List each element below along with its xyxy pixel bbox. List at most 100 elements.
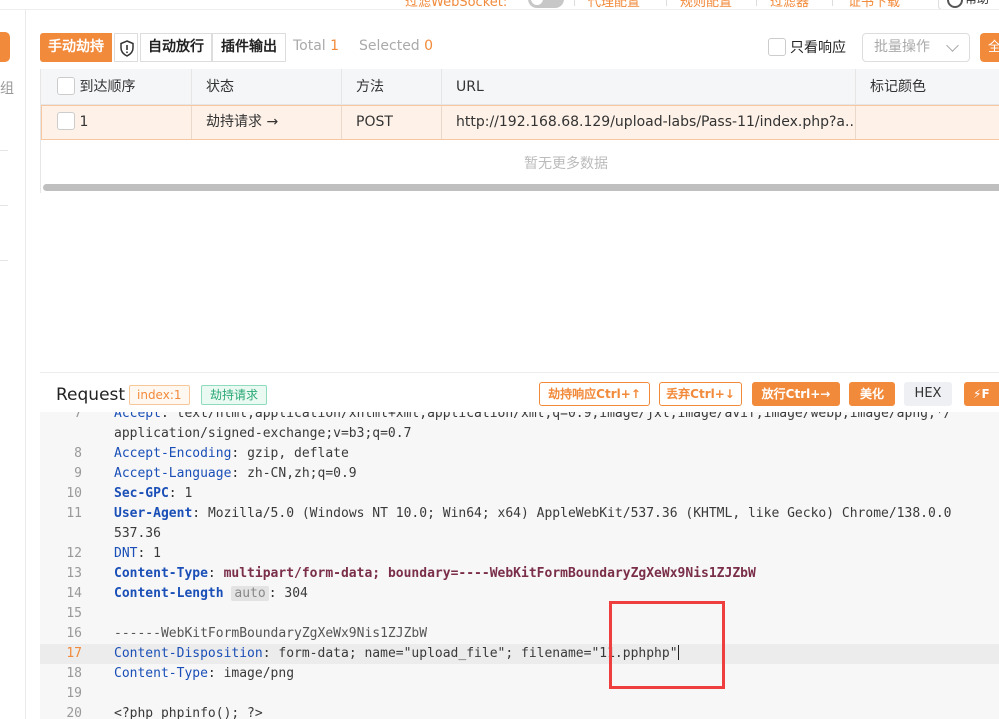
column-method[interactable]: 方法 — [342, 69, 442, 105]
code-text: Content-Type: image/png — [114, 666, 295, 681]
line-number: 12 — [66, 546, 82, 561]
chevron-down-icon — [946, 39, 959, 52]
cell-order: 1 — [42, 106, 192, 139]
line-number: 18 — [66, 666, 82, 681]
header-key: Content-Type — [114, 566, 208, 581]
column-order-label: 到达顺序 — [79, 79, 136, 95]
code-text: User-Agent: Mozilla/5.0 (Windows NT 10.0… — [114, 506, 952, 521]
code-line: application/signed-exchange;v=b3;q=0.7 — [40, 424, 999, 444]
line-number: 13 — [66, 566, 82, 581]
header-value: 304 — [284, 586, 308, 601]
code-text: DNT: 1 — [114, 546, 161, 561]
code-line: 10 Sec-GPC: 1 — [40, 484, 999, 504]
divider — [832, 0, 833, 6]
line-number: 16 — [66, 626, 82, 641]
code-line-active: 17 Content-Disposition: form-data; name="… — [40, 644, 999, 664]
header-key: Content-Type — [114, 666, 208, 681]
table-row[interactable]: 1 劫持请求 → POST http://192.168.68.129/uplo… — [41, 105, 999, 140]
divider — [574, 0, 575, 6]
php-payload-line: <?php phpinfo(); ?> — [114, 706, 263, 719]
total-value: 1 — [330, 38, 340, 54]
header-key: User-Agent — [114, 506, 193, 521]
cell-color — [856, 106, 999, 139]
filter-websocket-label: 过滤WebSocket: — [405, 0, 508, 10]
auto-release-button[interactable]: 自动放行 — [140, 33, 212, 62]
top-toolbar: 过滤WebSocket: 代理配置 规则配置 过滤器 证书下载 帮助 — [0, 0, 999, 10]
shield-icon[interactable] — [114, 33, 138, 62]
checkbox[interactable] — [768, 38, 786, 56]
code-line: 13 Content-Type: multipart/form-data; bou… — [40, 564, 999, 584]
select-all-checkbox[interactable] — [57, 77, 75, 95]
line-number: 17 — [66, 646, 82, 661]
selected-label: Selected — [359, 38, 420, 54]
cell-url: http://192.168.68.129/upload-labs/Pass-1… — [442, 106, 856, 139]
fuzz-button[interactable]: ⚡F — [964, 382, 999, 406]
request-editor[interactable]: 7 Accept: text/html,application/xhtml+xml… — [40, 412, 999, 719]
line-number: 7 — [74, 412, 82, 421]
header-key: Content-Disposition — [114, 646, 263, 661]
column-order[interactable]: 到达顺序 — [41, 69, 192, 105]
release-button[interactable]: 放行Ctrl+→ — [752, 382, 840, 406]
cell-status: 劫持请求 → — [192, 106, 342, 139]
code-continuation: application/signed-exchange;v=b3;q=0.7 — [114, 426, 412, 441]
code-line: 14 Content-Length auto: 304 — [40, 584, 999, 604]
code-text: Content-Length auto: 304 — [114, 586, 308, 601]
request-table: 到达顺序 状态 方法 URL 标记颜色 1 劫持请求 → POST http:/… — [40, 69, 999, 193]
sidebar-group-label: 组 — [0, 81, 14, 97]
header-value: text/html,application/xhtml+xml,applicat… — [176, 412, 952, 421]
code-text: Accept-Encoding: gzip, deflate — [114, 446, 349, 461]
header-value: 1 — [153, 546, 161, 561]
hex-button[interactable]: HEX — [904, 382, 952, 406]
column-url[interactable]: URL — [442, 69, 856, 105]
beautify-button[interactable]: 美化 — [849, 382, 895, 406]
code-text: Accept-Language: zh-CN,zh;q=0.9 — [114, 466, 357, 481]
code-continuation: 537.36 — [114, 526, 161, 541]
code-line: 18 Content-Type: image/png — [40, 664, 999, 684]
line-number: 19 — [66, 686, 82, 701]
line-number: 20 — [66, 706, 82, 719]
line-number: 11 — [66, 506, 82, 521]
cell-method: POST — [342, 106, 442, 139]
code-text: Content-Type: multipart/form-data; bound… — [114, 566, 756, 581]
manual-hijack-button[interactable]: 手动劫持 — [40, 33, 112, 62]
proxy-config-link[interactable]: 代理配置 — [588, 0, 640, 9]
code-line: 16 ------WebKitFormBoundaryZgXeWx9Nis1ZJZ… — [40, 624, 999, 644]
line-number: 14 — [66, 586, 82, 601]
help-button[interactable]: 帮助 — [938, 0, 999, 9]
header-key: DNT — [114, 546, 138, 561]
code-line: 8 Accept-Encoding: gzip, deflate — [40, 444, 999, 464]
line-number: 15 — [66, 606, 82, 621]
rule-config-link[interactable]: 规则配置 — [680, 0, 732, 9]
code-text: Accept: text/html,application/xhtml+xml,… — [114, 412, 951, 424]
column-color[interactable]: 标记颜色 — [856, 69, 999, 105]
horizontal-scrollbar[interactable] — [43, 184, 999, 191]
panel-divider[interactable] — [40, 372, 999, 373]
only-response-checkbox[interactable]: 只看响应 — [768, 37, 846, 57]
code-line: 12 DNT: 1 — [40, 544, 999, 564]
row-checkbox[interactable] — [57, 112, 75, 130]
discard-button[interactable]: 丢弃Ctrl+↓ — [659, 382, 742, 406]
highlight-annotation-box — [609, 601, 725, 689]
filter-link[interactable]: 过滤器 — [770, 0, 809, 9]
boundary-value: boundary=----WebKitFormBoundaryZgXeWx9Ni… — [387, 566, 756, 581]
sidebar-active-tab[interactable] — [0, 32, 10, 62]
plugin-output-button[interactable]: 插件输出 — [212, 33, 286, 62]
hijack-response-button[interactable]: 劫持响应Ctrl+↑ — [539, 382, 650, 406]
batch-operation-select[interactable]: 批量操作 — [862, 33, 970, 62]
code-line: 7 Accept: text/html,application/xhtml+xml… — [40, 412, 999, 424]
content-type-value: multipart/form-data; — [223, 566, 381, 581]
divider — [666, 0, 667, 6]
code-line: 11 User-Agent: Mozilla/5.0 (Windows NT 10… — [40, 504, 999, 524]
cert-download-link[interactable]: 证书下载 — [848, 0, 900, 9]
column-status[interactable]: 状态 — [192, 69, 342, 105]
code-line: 537.36 — [40, 524, 999, 544]
empty-text: 暂无更多数据 — [524, 156, 608, 172]
toolbar-right-button[interactable]: 全 — [980, 33, 999, 62]
code-line: 19 — [40, 684, 999, 704]
header-value: Mozilla/5.0 (Windows NT 10.0; Win64; x64… — [207, 506, 952, 521]
websocket-filter-toggle[interactable] — [528, 0, 564, 8]
code-text: Sec-GPC: 1 — [114, 486, 193, 501]
header-key: Accept-Encoding — [114, 446, 232, 461]
order-value: 1 — [79, 114, 89, 130]
request-title: Request — [56, 385, 126, 405]
